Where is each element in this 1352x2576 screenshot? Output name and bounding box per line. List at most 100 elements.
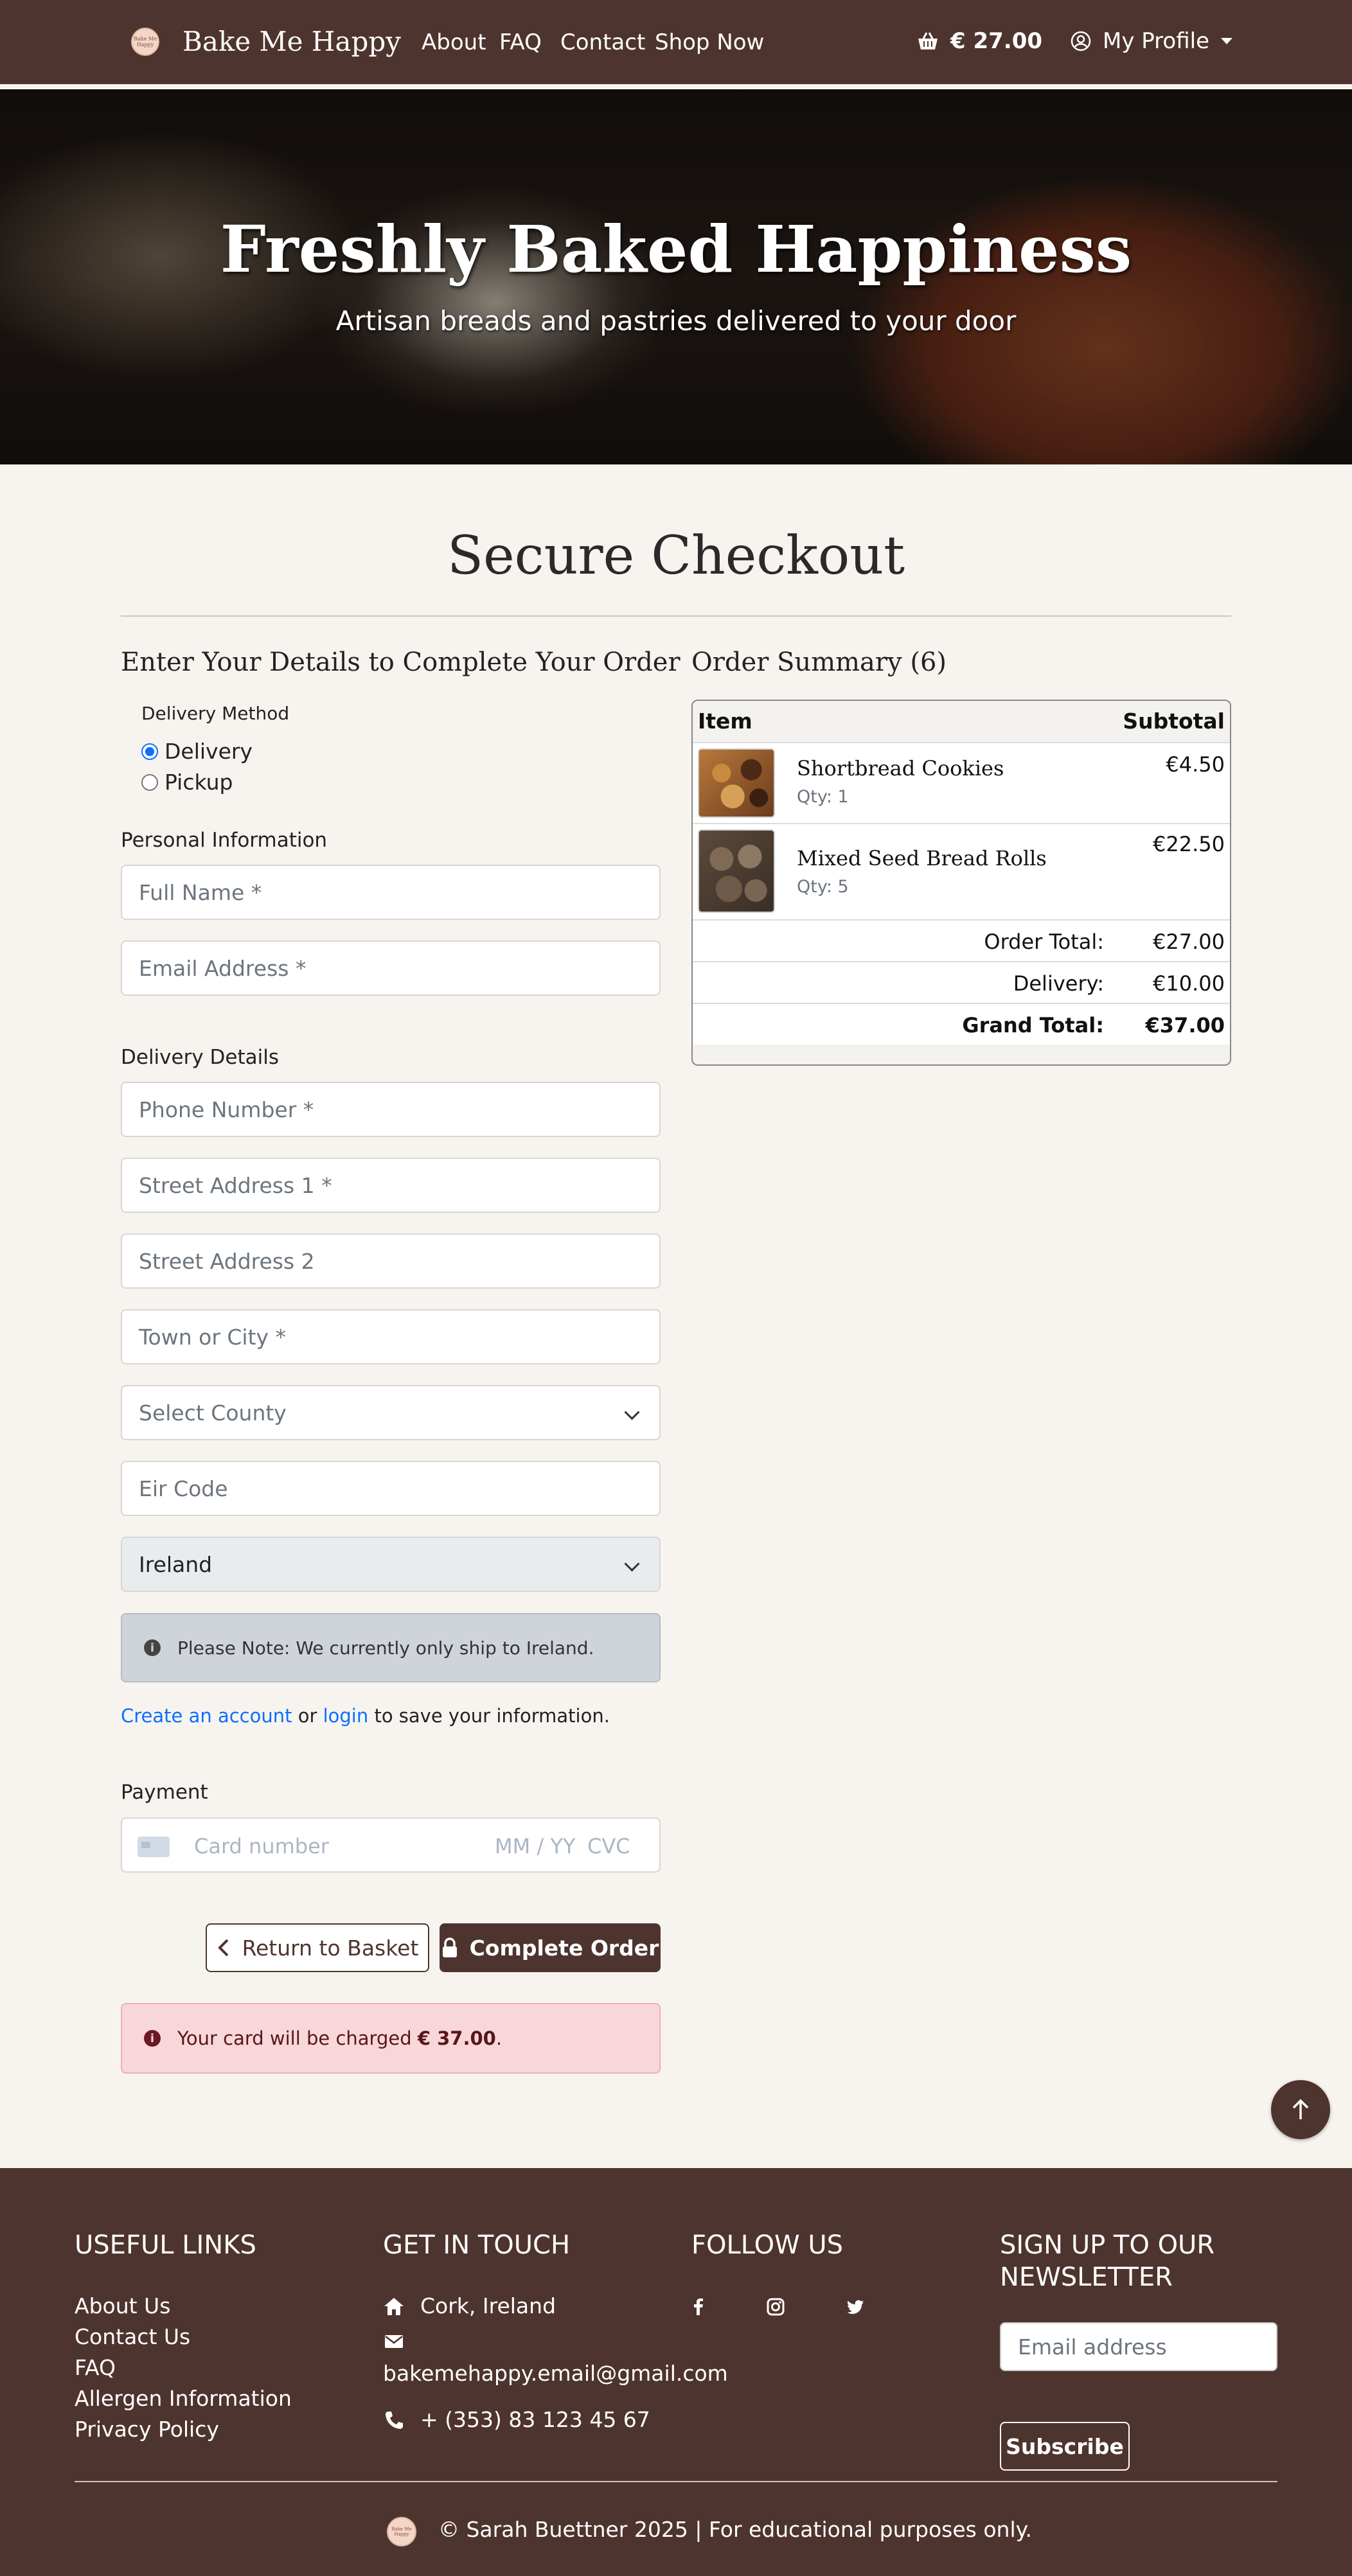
delivery-value: €10.00: [1153, 971, 1225, 996]
complete-button-label: Complete Order: [469, 1935, 659, 1961]
nav-link-shop-now[interactable]: Shop Now: [655, 30, 764, 55]
brand-name[interactable]: Bake Me Happy: [182, 26, 401, 57]
eircode-input[interactable]: Eir Code: [121, 1461, 661, 1516]
shipping-note: i Please Note: We currently only ship to…: [121, 1613, 661, 1682]
profile-dropdown[interactable]: My Profile: [1071, 28, 1232, 54]
charge-amount: € 37.00: [417, 2027, 496, 2049]
charge-alert: i Your card will be charged € 37.00.: [121, 2003, 661, 2074]
footer-email[interactable]: bakemehappy.email@gmail.com: [383, 2361, 728, 2386]
facebook-icon[interactable]: [689, 2297, 708, 2316]
back-to-top-button[interactable]: [1271, 2080, 1330, 2139]
subscribe-button[interactable]: Subscribe: [1000, 2422, 1130, 2471]
basket-icon: [918, 32, 938, 49]
card-expiry-input[interactable]: MM / YY: [495, 1834, 575, 1858]
country-select[interactable]: Ireland: [121, 1537, 661, 1592]
basket-total: € 27.00: [950, 28, 1043, 54]
email-input[interactable]: Email Address *: [121, 940, 661, 996]
twitter-icon[interactable]: [846, 2297, 865, 2316]
navbar: Bake Me Happy Bake Me Happy About FAQ Co…: [0, 0, 1352, 87]
home-icon: [384, 2297, 404, 2315]
info-icon: i: [144, 1639, 161, 1656]
bread-rolls-image[interactable]: [698, 829, 775, 913]
town-city-input[interactable]: Town or City *: [121, 1309, 661, 1364]
payment-label: Payment: [121, 1781, 208, 1804]
product-subtotal: €22.50: [1153, 832, 1225, 856]
alert-info-icon: i: [144, 2030, 161, 2047]
basket-button[interactable]: € 27.00: [917, 28, 1042, 54]
personal-info-label: Personal Information: [121, 829, 328, 852]
county-select[interactable]: Select County: [121, 1385, 661, 1440]
product-qty: Qty: 1: [797, 787, 849, 807]
complete-order-button[interactable]: Complete Order: [440, 1923, 661, 1972]
footer-link-faq[interactable]: FAQ: [75, 2355, 116, 2380]
newsletter-email-input[interactable]: Email address: [1000, 2322, 1277, 2371]
phone-icon: [386, 2411, 403, 2429]
footer-link-allergen[interactable]: Allergen Information: [75, 2386, 292, 2411]
order-total-row: Order Total: €27.00: [693, 919, 1230, 961]
summary-item-row: Shortbread Cookies Qty: 1 €4.50: [693, 742, 1230, 823]
hero-banner: Freshly Baked Happiness Artisan breads a…: [0, 89, 1352, 464]
nav-link-contact[interactable]: Contact: [560, 30, 645, 55]
copyright-text: © Sarah Buettner 2025 | For educational …: [438, 2517, 1032, 2542]
profile-label: My Profile: [1103, 28, 1209, 54]
account-prompt: Create an account or login to save your …: [121, 1705, 610, 1727]
footer-logo-text: Bake Me Happy: [391, 2527, 412, 2537]
create-account-link[interactable]: Create an account: [121, 1705, 292, 1727]
footer-divider: [75, 2481, 1277, 2482]
phone-text: + (353) 83 123 45 67: [420, 2407, 650, 2432]
delivery-details-label: Delivery Details: [121, 1046, 280, 1069]
footer-email-icon-row: [383, 2331, 420, 2351]
brand-logo[interactable]: Bake Me Happy: [131, 28, 159, 56]
grand-total-value: €37.00: [1145, 1013, 1225, 1037]
radio-pickup[interactable]: [141, 773, 158, 791]
footer-link-contact[interactable]: Contact Us: [75, 2324, 190, 2349]
page-title: Secure Checkout: [447, 525, 905, 587]
product-qty: Qty: 5: [797, 877, 849, 897]
login-link[interactable]: login: [323, 1705, 369, 1727]
street-address-2-input[interactable]: Street Address 2: [121, 1233, 661, 1289]
order-total-value: €27.00: [1153, 930, 1225, 954]
hero-title: Freshly Baked Happiness: [220, 211, 1132, 287]
delivery-row: Delivery: €10.00: [693, 961, 1230, 1003]
shortbread-cookies-image[interactable]: [698, 748, 775, 818]
card-element[interactable]: Card number MM / YY CVC: [121, 1817, 661, 1873]
delivery-option-pickup[interactable]: Pickup: [141, 770, 233, 795]
summary-header-row: Item Subtotal: [693, 701, 1230, 742]
order-summary-table: Item Subtotal Shortbread Cookies Qty: 1 …: [691, 700, 1231, 1066]
footer-location: Cork, Ireland: [383, 2293, 556, 2318]
chevron-left-icon: [217, 1939, 228, 1957]
footer-link-privacy[interactable]: Privacy Policy: [75, 2417, 219, 2442]
product-name: Mixed Seed Bread Rolls: [797, 846, 1047, 870]
contact-heading: GET IN TOUCH: [383, 2230, 571, 2260]
instagram-icon[interactable]: [766, 2297, 785, 2316]
hero-subtitle: Artisan breads and pastries delivered to…: [335, 305, 1017, 337]
return-to-basket-button[interactable]: Return to Basket: [206, 1923, 429, 1972]
user-circle-icon: [1071, 31, 1091, 51]
account-or-text: or: [298, 1705, 317, 1727]
card-number-input[interactable]: Card number: [194, 1834, 329, 1858]
street-address-1-input[interactable]: Street Address 1 *: [121, 1158, 661, 1213]
delivery-label: Delivery:: [1013, 971, 1104, 996]
shipping-note-text: Please Note: We currently only ship to I…: [177, 1637, 594, 1659]
location-text: Cork, Ireland: [420, 2293, 556, 2318]
order-summary-heading: Order Summary (6): [691, 648, 947, 677]
radio-delivery-label: Delivery: [165, 739, 253, 764]
arrow-up-icon: [1292, 2099, 1309, 2119]
radio-delivery[interactable]: [141, 743, 158, 760]
full-name-input[interactable]: Full Name *: [121, 865, 661, 920]
grand-total-label: Grand Total:: [962, 1013, 1104, 1037]
order-total-label: Order Total:: [984, 930, 1104, 954]
delivery-option-delivery[interactable]: Delivery: [141, 739, 253, 764]
nav-link-about[interactable]: About: [422, 30, 486, 55]
envelope-icon: [385, 2335, 403, 2348]
phone-input[interactable]: Phone Number *: [121, 1082, 661, 1137]
footer-link-about[interactable]: About Us: [75, 2293, 170, 2318]
credit-card-icon: [138, 1837, 170, 1857]
footer-phone: + (353) 83 123 45 67: [383, 2407, 650, 2432]
delivery-method-label: Delivery Method: [141, 703, 290, 724]
card-cvc-input[interactable]: CVC: [587, 1834, 630, 1858]
footer-logo: Bake Me Happy: [387, 2517, 416, 2546]
newsletter-heading: SIGN UP TO OUR NEWSLETTER: [1000, 2230, 1215, 2292]
lock-icon: [442, 1937, 457, 1957]
nav-link-faq[interactable]: FAQ: [499, 30, 542, 55]
